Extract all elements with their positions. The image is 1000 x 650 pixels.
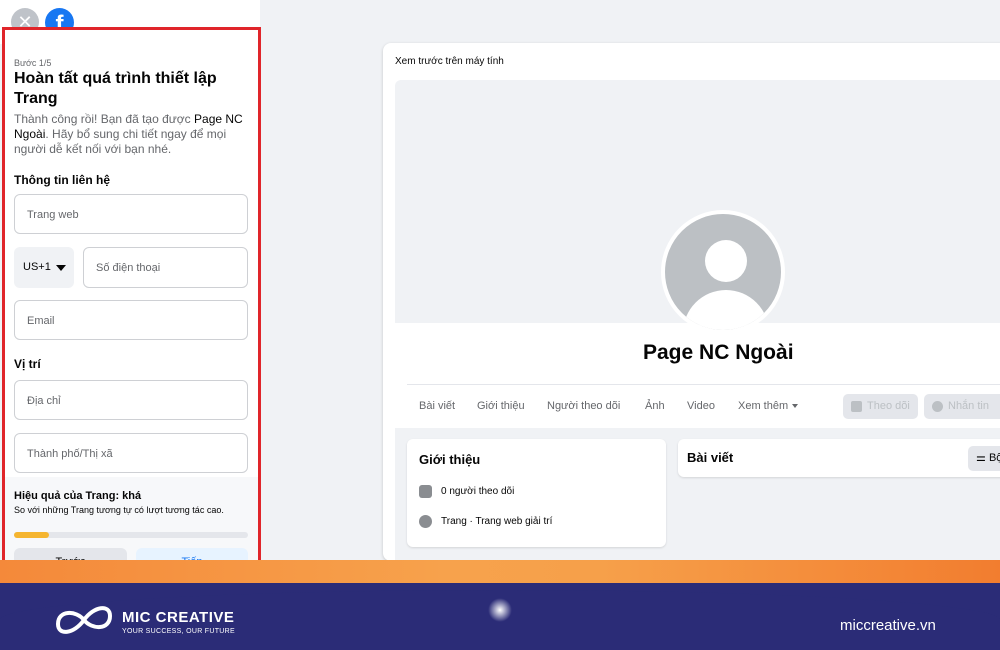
nav-divider [407, 384, 1000, 385]
phone-field[interactable]: Số điện thoại [83, 247, 248, 288]
message-button[interactable]: Nhắn tin [924, 394, 1000, 419]
city-field[interactable]: Thành phố/Thị xã [14, 433, 248, 473]
avatar-head-shape [705, 240, 747, 282]
desktop-preview: Xem trước trên máy tính Page NC Ngoài Bà… [383, 43, 1000, 561]
brand-tagline: YOUR SUCCESS, OUR FUTURE [122, 628, 235, 635]
brand-name: MIC CREATIVE [122, 609, 235, 626]
tab-followers[interactable]: Người theo dõi [547, 400, 620, 412]
effectiveness-description: So với những Trang tương tự có lượt tươn… [14, 505, 224, 515]
intro-card: Giới thiệu 0 người theo dõi Trang · Tran… [407, 439, 666, 547]
contact-section-title: Thông tin liên hệ [14, 173, 110, 187]
website-link[interactable]: miccreative.vn [840, 617, 936, 634]
preview-label: Xem trước trên máy tính [395, 56, 504, 67]
avatar-body-shape [683, 290, 769, 330]
filter-button[interactable]: ⚌ Bộ [968, 446, 1000, 471]
desc-suffix: . Hãy bổ sung chi tiết ngay để mọi người… [14, 127, 227, 156]
effectiveness-title: Hiệu quả của Trang: khá [14, 490, 142, 502]
message-label: Nhắn tin [948, 400, 989, 412]
country-code-select[interactable]: US+1 [14, 247, 74, 288]
location-section-title: Vị trí [14, 357, 41, 371]
tab-video[interactable]: Video [687, 400, 715, 412]
tab-photos[interactable]: Ảnh [645, 400, 665, 412]
follow-label: Theo dõi [867, 400, 910, 412]
info-icon [419, 515, 432, 528]
category-info: Trang · Trang web giải trí [419, 515, 552, 528]
follow-icon [851, 401, 862, 412]
tab-more-label: Xem thêm [738, 400, 789, 412]
light-sparkle [488, 598, 512, 622]
category-text: Trang · Trang web giải trí [441, 516, 553, 528]
step-indicator: Bước 1/5 [14, 58, 52, 68]
setup-panel: Bước 1/5 Hoàn tất quá trình thiết lập Tr… [2, 27, 261, 583]
website-field[interactable]: Trang web [14, 194, 248, 234]
panel-description: Thành công rồi! Bạn đã tạo được Page NC … [14, 112, 252, 157]
email-field[interactable]: Email [14, 300, 248, 340]
filter-icon: ⚌ [976, 452, 986, 464]
followers-info: 0 người theo dõi [419, 485, 514, 498]
preview-content-area: Giới thiệu 0 người theo dõi Trang · Tran… [395, 428, 1000, 561]
mic-creative-logo-icon [55, 606, 113, 634]
filter-label: Bộ [988, 452, 1000, 464]
follow-button[interactable]: Theo dõi [843, 394, 918, 419]
country-code-value: US+1 [23, 261, 51, 273]
tab-posts[interactable]: Bài viết [419, 400, 455, 412]
intro-title: Giới thiệu [419, 452, 481, 467]
followers-text: 0 người theo dõi [441, 486, 515, 498]
posts-card: Bài viết ⚌ Bộ [678, 439, 1000, 477]
caret-down-icon [792, 404, 799, 409]
tab-about[interactable]: Giới thiệu [477, 400, 525, 412]
caret-down-icon [56, 265, 66, 271]
progress-fill [14, 532, 50, 538]
address-field[interactable]: Địa chỉ [14, 380, 248, 420]
profile-avatar [661, 210, 785, 334]
page-name-heading: Page NC Ngoài [643, 341, 794, 364]
panel-title: Hoàn tất quá trình thiết lập Trang [14, 70, 217, 107]
posts-title: Bài viết [687, 450, 734, 465]
followers-icon [419, 485, 432, 498]
messenger-icon [932, 401, 943, 412]
tab-more[interactable]: Xem thêm [738, 400, 799, 412]
effectiveness-progress-bar [14, 532, 248, 538]
desc-prefix: Thành công rồi! Bạn đã tạo được [14, 112, 195, 126]
